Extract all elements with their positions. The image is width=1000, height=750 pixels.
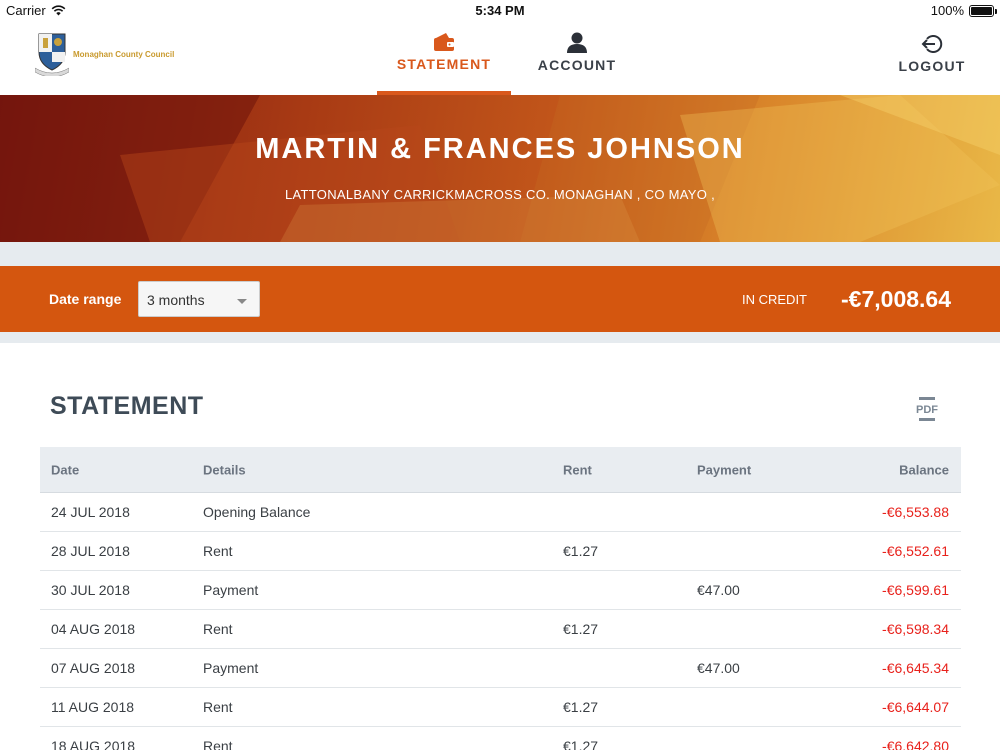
credit-label: IN CREDIT xyxy=(742,292,807,307)
row-balance: -€6,599.61 xyxy=(882,582,949,598)
row-details: Opening Balance xyxy=(203,504,311,520)
table-row: 24 JUL 2018 Opening Balance -€6,553.88 xyxy=(40,493,961,532)
clock: 5:34 PM xyxy=(475,3,525,18)
row-date: 28 JUL 2018 xyxy=(51,543,130,559)
row-details: Rent xyxy=(203,543,233,559)
logout-icon xyxy=(921,35,943,53)
row-balance: -€6,552.61 xyxy=(882,543,949,559)
row-balance: -€6,598.34 xyxy=(882,621,949,637)
table-header: Date Details Rent Payment Balance xyxy=(40,447,961,493)
statement-title: STATEMENT xyxy=(50,392,204,420)
row-balance: -€6,645.34 xyxy=(882,660,949,676)
date-range-select[interactable]: 3 months xyxy=(138,281,260,317)
row-rent: €1.27 xyxy=(563,699,599,715)
logout-label: LOGOUT xyxy=(898,58,966,74)
statement-table: Date Details Rent Payment Balance 24 JUL… xyxy=(40,447,961,750)
table-row: 28 JUL 2018 Rent €1.27 -€6,552.61 xyxy=(40,532,961,571)
status-bar: Carrier 5:34 PM 100% xyxy=(0,0,1000,22)
row-details: Payment xyxy=(203,660,259,676)
banner-background-pattern xyxy=(0,95,1000,242)
row-rent: €1.27 xyxy=(563,543,599,559)
row-details: Rent xyxy=(203,621,233,637)
col-payment: Payment xyxy=(697,462,752,477)
tab-account-label: ACCOUNT xyxy=(537,57,617,73)
council-logo[interactable]: Monaghan County Council xyxy=(35,32,174,76)
col-date: Date xyxy=(51,462,80,477)
row-date: 18 AUG 2018 xyxy=(51,738,136,750)
date-range-label: Date range xyxy=(49,291,122,307)
row-date: 11 AUG 2018 xyxy=(51,699,135,715)
tab-account[interactable]: ACCOUNT xyxy=(530,22,624,73)
row-payment: €47.00 xyxy=(697,660,740,676)
customer-banner: MARTIN & FRANCES JOHNSON LATTONALBANY CA… xyxy=(0,95,1000,242)
logo-text: Monaghan County Council xyxy=(73,49,175,59)
crest-icon xyxy=(35,33,69,76)
wallet-icon xyxy=(434,33,454,51)
table-row: 07 AUG 2018 Payment €47.00 -€6,645.34 xyxy=(40,649,961,688)
logout-button[interactable]: LOGOUT xyxy=(893,22,971,74)
row-balance: -€6,553.88 xyxy=(882,504,949,520)
row-balance: -€6,644.07 xyxy=(882,699,949,715)
divider-strip xyxy=(0,242,1000,266)
col-balance: Balance xyxy=(899,462,949,477)
row-rent: €1.27 xyxy=(563,621,599,637)
row-payment: €47.00 xyxy=(697,582,740,598)
row-balance: -€6,642.80 xyxy=(882,738,949,750)
tab-statement-label: STATEMENT xyxy=(396,56,492,72)
battery-group: 100% xyxy=(930,3,997,18)
date-range-value: 3 months xyxy=(147,292,205,308)
row-date: 04 AUG 2018 xyxy=(51,621,136,637)
chevron-down-icon xyxy=(237,299,247,304)
row-details: Rent xyxy=(203,738,233,750)
app-header: Monaghan County Council STATEMENT ACCOUN… xyxy=(0,22,1000,95)
table-row: 18 AUG 2018 Rent €1.27 -€6,642.80 xyxy=(40,727,961,750)
customer-name: MARTIN & FRANCES JOHNSON xyxy=(255,133,745,165)
col-details: Details xyxy=(203,462,246,477)
row-date: 24 JUL 2018 xyxy=(51,504,130,520)
table-row: 04 AUG 2018 Rent €1.27 -€6,598.34 xyxy=(40,610,961,649)
table-row: 30 JUL 2018 Payment €47.00 -€6,599.61 xyxy=(40,571,961,610)
battery-icon xyxy=(969,4,997,17)
statement-section: STATEMENT PDF Date Details Rent Payment … xyxy=(0,343,1000,750)
credit-amount: -€7,008.64 xyxy=(841,286,951,312)
row-date: 07 AUG 2018 xyxy=(51,660,136,676)
pdf-icon[interactable]: PDF xyxy=(913,397,941,421)
row-details: Payment xyxy=(203,582,259,598)
tab-statement[interactable]: STATEMENT xyxy=(377,22,511,95)
summary-bar: Date range 3 months IN CREDIT -€7,008.64 xyxy=(0,266,1000,332)
row-rent: €1.27 xyxy=(563,738,599,750)
battery-percent: 100% xyxy=(930,3,964,18)
row-date: 30 JUL 2018 xyxy=(51,582,130,598)
col-rent: Rent xyxy=(563,462,592,477)
svg-text:PDF: PDF xyxy=(916,404,938,416)
user-icon xyxy=(567,32,587,53)
row-details: Rent xyxy=(203,699,233,715)
divider-strip-2 xyxy=(0,332,1000,343)
customer-address: LATTONALBANY CARRICKMACROSS CO. MONAGHAN… xyxy=(285,187,715,202)
table-row: 11 AUG 2018 Rent €1.27 -€6,644.07 xyxy=(40,688,961,727)
